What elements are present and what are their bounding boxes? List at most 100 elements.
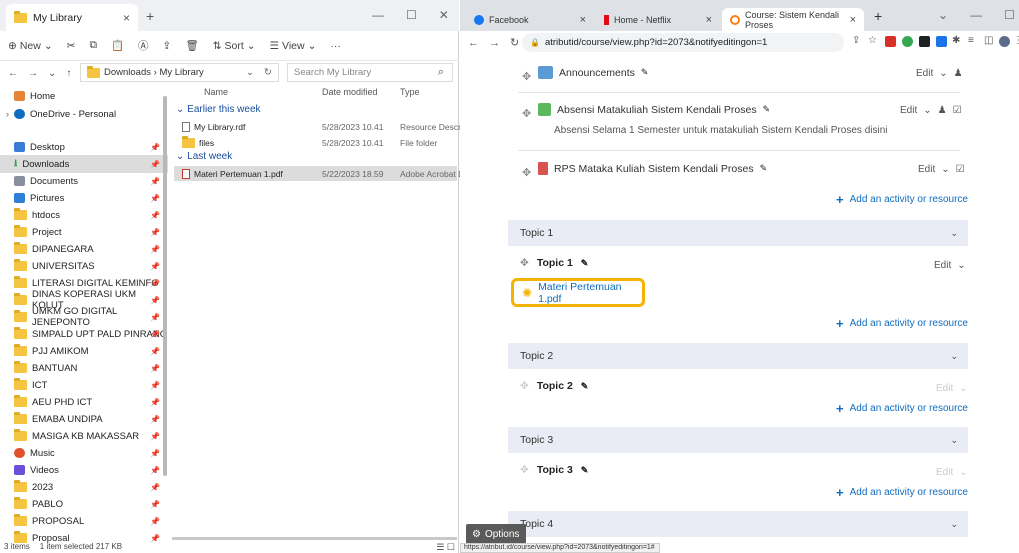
edit-menu[interactable]: Edit ⌄ ♟ <box>916 68 963 79</box>
section-header-topic-1[interactable]: Topic 1 ⌄ <box>508 220 968 246</box>
nav-item-folder[interactable]: PJJ AMIKOM 📌 <box>0 342 168 360</box>
nav-item-folder[interactable]: Project 📌 <box>0 223 168 241</box>
nav-item-folder[interactable]: MASIGA KB MAKASSAR 📌 <box>0 427 168 445</box>
file-row[interactable]: My Library.rdf 5/28/2023 10.41 Resource … <box>174 119 460 134</box>
reload-icon[interactable]: ↻ <box>510 36 519 49</box>
chevron-down-icon[interactable]: ⌄ <box>950 351 958 362</box>
address-bar[interactable]: Downloads › My Library ⌄ ↻ <box>80 63 279 82</box>
options-button[interactable]: ⚙ Options <box>466 524 526 544</box>
nav-item-home[interactable]: Home <box>0 87 168 105</box>
chevron-down-icon[interactable]: ⌄ <box>950 228 958 239</box>
star-icon[interactable]: ☆ <box>868 35 877 46</box>
nav-item-folder[interactable]: UNIVERSITAS 📌 <box>0 257 168 275</box>
nav-item-folder[interactable]: 2023 📌 <box>0 478 168 496</box>
reading-list-icon[interactable]: ≡ <box>968 35 974 46</box>
tab-facebook[interactable]: Facebook × <box>466 8 594 31</box>
close-tab-icon[interactable]: × <box>123 11 130 25</box>
nav-scrollbar[interactable] <box>163 96 167 476</box>
tab-course[interactable]: Course: Sistem Kendali Proses × <box>722 8 864 31</box>
nav-item-onedrive[interactable]: › OneDrive - Personal <box>0 105 168 123</box>
pencil-icon[interactable]: ✎ <box>581 465 589 476</box>
add-activity-button[interactable]: + Add an activity or resource <box>836 485 968 500</box>
cut-icon[interactable]: ✂ <box>67 40 76 52</box>
share-icon[interactable]: ⇪ <box>163 40 172 52</box>
maximize-button[interactable]: ☐ <box>406 8 417 22</box>
close-tab-icon[interactable]: × <box>850 14 856 26</box>
nav-item-folder[interactable]: AEU PHD ICT 📌 <box>0 393 168 411</box>
pencil-icon[interactable]: ✎ <box>581 381 589 392</box>
nav-item-music[interactable]: Music 📌 <box>0 444 168 462</box>
refresh-icon[interactable]: ↻ <box>264 67 272 78</box>
move-icon[interactable]: ✥ <box>520 257 529 269</box>
maximize-button[interactable]: ☐ <box>1004 8 1015 22</box>
close-tab-icon[interactable]: × <box>580 14 586 26</box>
back-arrow-icon[interactable]: ← <box>8 68 18 79</box>
chevron-down-icon[interactable]: ⌄ <box>246 67 254 78</box>
pencil-icon[interactable]: ✎ <box>760 163 768 174</box>
side-panel-icon[interactable]: ◫ <box>984 35 993 46</box>
tab-netflix[interactable]: Home - Netflix × <box>596 8 720 31</box>
nav-item-videos[interactable]: Videos 📌 <box>0 461 168 479</box>
nav-item-folder[interactable]: DIPANEGARA 📌 <box>0 240 168 258</box>
extension-icon[interactable] <box>902 36 913 47</box>
nav-item-desktop[interactable]: Desktop 📌 <box>0 138 168 156</box>
minimize-button[interactable]: — <box>372 8 384 22</box>
new-tab-button[interactable]: + <box>874 8 882 24</box>
nav-item-folder[interactable]: ICT 📌 <box>0 376 168 394</box>
explorer-tab[interactable]: My Library × <box>6 4 138 31</box>
section-header-topic-4[interactable]: Topic 4 ⌄ <box>508 511 968 537</box>
group-header-earlier[interactable]: ⌄ Earlier this week <box>176 104 261 115</box>
move-icon[interactable]: ✥ <box>522 166 531 179</box>
view-toggle-icons[interactable]: ☰ ☐ <box>436 542 455 553</box>
column-header-date[interactable]: Date modified <box>322 87 378 97</box>
edit-menu[interactable]: Edit ⌄ <box>936 383 968 394</box>
section-header-topic-2[interactable]: Topic 2 ⌄ <box>508 343 968 369</box>
forward-arrow-icon[interactable]: → <box>28 68 38 79</box>
minimize-button[interactable]: — <box>970 8 982 22</box>
nav-item-folder[interactable]: htdocs 📌 <box>0 206 168 224</box>
chevron-down-icon[interactable]: ⌄ <box>950 519 958 530</box>
move-icon[interactable]: ✥ <box>520 464 529 476</box>
edit-menu[interactable]: Edit ⌄ <box>936 467 968 478</box>
section-header-topic-3[interactable]: Topic 3 ⌄ <box>508 427 968 453</box>
extension-icon[interactable] <box>885 36 896 47</box>
activity-rps[interactable]: RPS Mataka Kuliah Sistem Kendali Proses … <box>538 162 767 175</box>
new-button[interactable]: ⊕ New ⌄ <box>8 40 53 52</box>
view-button[interactable]: ☰ View ⌄ <box>270 40 317 52</box>
paste-icon[interactable]: 📋 <box>111 39 124 52</box>
edit-menu[interactable]: Edit ⌄ ☑ <box>918 164 965 175</box>
nav-item-folder[interactable]: EMABA UNDIPA 📌 <box>0 410 168 428</box>
column-header-type[interactable]: Type <box>400 87 420 97</box>
up-arrow-icon[interactable]: ↑ <box>66 68 71 79</box>
nav-item-folder[interactable]: SIMPALD UPT PALD PINRANG 📌 <box>0 325 168 343</box>
address-bar[interactable]: 🔒 atributid/course/view.php?id=2073&noti… <box>522 33 844 52</box>
search-input[interactable]: Search My Library ⌕ <box>287 63 453 82</box>
nav-item-pictures[interactable]: Pictures 📌 <box>0 189 168 207</box>
activity-announcements[interactable]: Announcements ✎ <box>538 66 648 79</box>
copy-icon[interactable]: ⧉ <box>89 39 97 52</box>
nav-item-documents[interactable]: Documents 📌 <box>0 172 168 190</box>
delete-icon[interactable]: 🗑 <box>185 39 198 52</box>
group-header-last-week[interactable]: ⌄ Last week <box>176 151 232 162</box>
new-tab-button[interactable]: + <box>146 8 154 24</box>
add-activity-button[interactable]: + Add an activity or resource <box>836 401 968 416</box>
close-window-button[interactable]: ✕ <box>439 8 449 22</box>
nav-item-folder[interactable]: PABLO 📌 <box>0 495 168 513</box>
forward-arrow-icon[interactable]: → <box>489 37 500 49</box>
move-icon[interactable]: ✥ <box>522 107 531 120</box>
recent-chevron-icon[interactable]: ⌄ <box>48 68 56 79</box>
share-icon[interactable]: ⇪ <box>852 35 860 46</box>
nav-item-folder[interactable]: PROPOSAL 📌 <box>0 512 168 530</box>
pencil-icon[interactable]: ✎ <box>763 104 771 115</box>
nav-item-downloads[interactable]: ⭳ Downloads 📌 <box>0 155 168 173</box>
file-row[interactable]: files 5/28/2023 10.41 File folder <box>174 135 457 150</box>
horizontal-scrollbar[interactable] <box>172 537 457 540</box>
materi-pertemuan-link[interactable]: ✺ Materi Pertemuan 1.pdf <box>511 278 645 307</box>
back-arrow-icon[interactable]: ← <box>468 37 479 49</box>
extensions-puzzle-icon[interactable]: ✱ <box>952 35 960 46</box>
add-activity-button[interactable]: + Add an activity or resource <box>836 192 968 207</box>
extension-icon[interactable] <box>919 36 930 47</box>
close-tab-icon[interactable]: × <box>706 14 712 26</box>
pencil-icon[interactable]: ✎ <box>641 67 649 78</box>
profile-avatar[interactable] <box>999 36 1010 47</box>
